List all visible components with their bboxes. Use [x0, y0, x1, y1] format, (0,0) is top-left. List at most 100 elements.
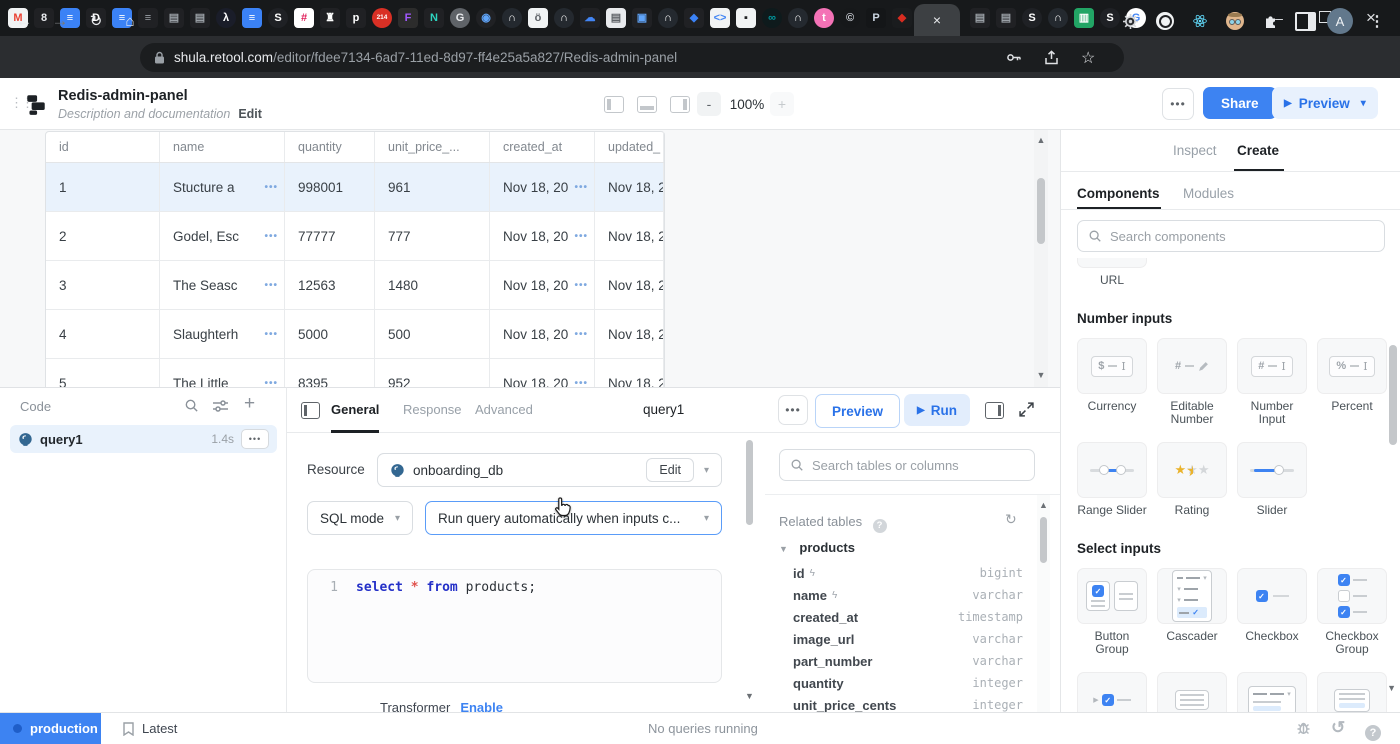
toggle-left-panel-icon[interactable] [604, 96, 624, 113]
circle-extension-icon[interactable] [1151, 7, 1179, 35]
tab-create[interactable]: Create [1237, 143, 1279, 158]
components-search-input[interactable]: Search components [1077, 220, 1385, 252]
expand-panel-right-icon[interactable] [985, 402, 1004, 419]
github-icon[interactable]: ∩ [554, 8, 574, 28]
component-card-partial[interactable] [1317, 672, 1387, 712]
cell-expand-button[interactable]: ••• [574, 329, 588, 340]
s-circle-icon[interactable]: S [268, 8, 288, 28]
zoom-in-button[interactable]: + [770, 92, 794, 116]
scroll-up-icon[interactable]: ▲ [1037, 500, 1050, 510]
component-card-range-slider[interactable]: Range Slider [1077, 442, 1147, 517]
profile-avatar[interactable]: A [1326, 7, 1354, 35]
sql-code-editor[interactable]: 1 select * from products; [307, 569, 722, 683]
n-teal-icon[interactable]: N [424, 8, 444, 28]
debug-bug-icon[interactable] [1295, 720, 1312, 741]
figma-icon[interactable]: F [398, 8, 418, 28]
cell-expand-button[interactable]: ••• [574, 280, 588, 291]
script-p-icon[interactable]: P [866, 8, 886, 28]
component-card-cascader[interactable]: ▾▾▾✓Cascader [1157, 568, 1227, 656]
gray-cards-icon[interactable]: ▤ [996, 8, 1016, 28]
component-card-checkbox[interactable]: ✓Checkbox [1237, 568, 1307, 656]
robot-icon[interactable]: ♜ [320, 8, 340, 28]
redis-icon[interactable]: ◆ [892, 8, 912, 28]
toggle-right-panel-icon[interactable] [670, 96, 690, 113]
resource-select[interactable]: onboarding_db Edit ▾ [377, 453, 722, 487]
component-card-button-group[interactable]: ✓Button Group [1077, 568, 1147, 656]
docs-blue-icon[interactable]: ≡ [242, 8, 262, 28]
schema-scrollbar[interactable]: ▲ [1037, 495, 1050, 713]
gray-cards-icon[interactable]: ▤ [190, 8, 210, 28]
scroll-up-icon[interactable]: ▲ [1034, 135, 1048, 145]
arduino-icon[interactable]: ∞ [762, 8, 782, 28]
badge-214-icon[interactable]: 214 [372, 8, 392, 28]
schema-field-row[interactable]: idϟbigint [793, 562, 1023, 584]
column-header-id[interactable]: id [46, 132, 160, 162]
refresh-icon[interactable]: ↻ [1005, 511, 1017, 528]
close-tab-icon[interactable]: × [933, 12, 941, 28]
robot-blue-icon[interactable]: ◉ [476, 8, 496, 28]
home-icon[interactable]: ⌂ [116, 7, 144, 35]
sql-mode-select[interactable]: SQL mode ▾ [307, 501, 413, 535]
edit-resource-button[interactable]: Edit [646, 458, 694, 482]
component-card-percent[interactable]: %IPercent [1317, 338, 1387, 426]
zoom-out-button[interactable]: - [697, 92, 721, 116]
shield-blue-icon[interactable]: ◆ [684, 8, 704, 28]
code-filter-icon[interactable] [213, 399, 228, 418]
schema-table-row[interactable]: ▼ products [779, 539, 855, 557]
table-row[interactable]: 5The Little•••8395952Nov 18, 20•••Nov 18… [46, 359, 664, 387]
toggle-bottom-panel-icon[interactable] [637, 96, 657, 113]
help-icon[interactable]: ? [1365, 721, 1381, 741]
schema-field-row[interactable]: quantityinteger [793, 672, 1023, 694]
share-button[interactable]: Share [1203, 87, 1277, 119]
c-dark-icon[interactable]: © [840, 8, 860, 28]
query-run-button[interactable]: ▶ Run [904, 394, 970, 426]
cell-expand-button[interactable]: ••• [264, 280, 278, 291]
code-search-icon[interactable] [184, 398, 199, 418]
scroll-down-icon[interactable]: ▼ [1034, 370, 1048, 380]
cell-expand-button[interactable]: ••• [264, 378, 278, 388]
column-header-updated[interactable]: updated_ [595, 132, 664, 162]
active-browser-tab[interactable]: × [914, 4, 960, 36]
square-app-icon[interactable]: ▪ [736, 8, 756, 28]
lambda-icon[interactable]: λ [216, 8, 236, 28]
cell-expand-button[interactable]: ••• [264, 182, 278, 193]
tab-advanced[interactable]: Advanced [475, 402, 533, 417]
edit-description-button[interactable]: Edit [238, 107, 262, 121]
query-list-item[interactable]: query1 1.4s ••• [10, 425, 277, 453]
schema-scrollbar-thumb[interactable] [1040, 517, 1047, 563]
tab-inspect[interactable]: Inspect [1173, 143, 1217, 158]
canvas-scrollbar-thumb[interactable] [1037, 178, 1045, 244]
component-card-partial[interactable]: ▾ [1237, 672, 1307, 712]
tab-general[interactable]: General [331, 402, 379, 417]
github-icon[interactable]: ∩ [1048, 8, 1068, 28]
schema-field-row[interactable]: image_urlvarchar [793, 628, 1023, 650]
cell-expand-button[interactable]: ••• [574, 182, 588, 193]
component-card-number-input[interactable]: #INumber Input [1237, 338, 1307, 426]
google-dev-icon[interactable]: <> [710, 8, 730, 28]
browser-menu-kebab-icon[interactable]: ⋮ [1363, 7, 1391, 35]
add-query-icon[interactable]: + [244, 393, 255, 415]
chevron-down-icon[interactable]: ▾ [1361, 98, 1366, 109]
reload-icon[interactable]: ↻ [82, 7, 110, 35]
table-row[interactable]: 3The Seasc•••125631480Nov 18, 20•••Nov 1… [46, 261, 664, 310]
component-card-slider[interactable]: Slider [1237, 442, 1307, 517]
column-header-unitprice[interactable]: unit_price_... [375, 132, 490, 162]
avatar-extension-icon[interactable] [1221, 7, 1249, 35]
canvas-scrollbar[interactable]: ▲ ▼ [1034, 130, 1048, 387]
app-more-button[interactable]: ••• [1162, 88, 1194, 120]
s-circle-icon[interactable]: S [1022, 8, 1042, 28]
scroll-down-icon[interactable]: ▼ [1387, 683, 1396, 693]
cell-expand-button[interactable]: ••• [574, 231, 588, 242]
schema-field-row[interactable]: nameϟvarchar [793, 584, 1023, 606]
query-preview-button[interactable]: Preview [815, 394, 900, 428]
scroll-down-icon[interactable]: ▼ [745, 691, 754, 701]
p-icon[interactable]: p [346, 8, 366, 28]
query-scrollbar-thumb[interactable] [746, 440, 753, 525]
query-more-button[interactable]: ••• [241, 429, 269, 449]
gear-extension-icon[interactable] [1116, 7, 1144, 35]
column-header-name[interactable]: name [160, 132, 285, 162]
component-card-editable-number[interactable]: #Editable Number [1157, 338, 1227, 426]
key-icon[interactable] [1005, 49, 1022, 66]
component-card-rating[interactable]: ★★★★Rating [1157, 442, 1227, 517]
green-chart-icon[interactable]: ▥ [1074, 8, 1094, 28]
